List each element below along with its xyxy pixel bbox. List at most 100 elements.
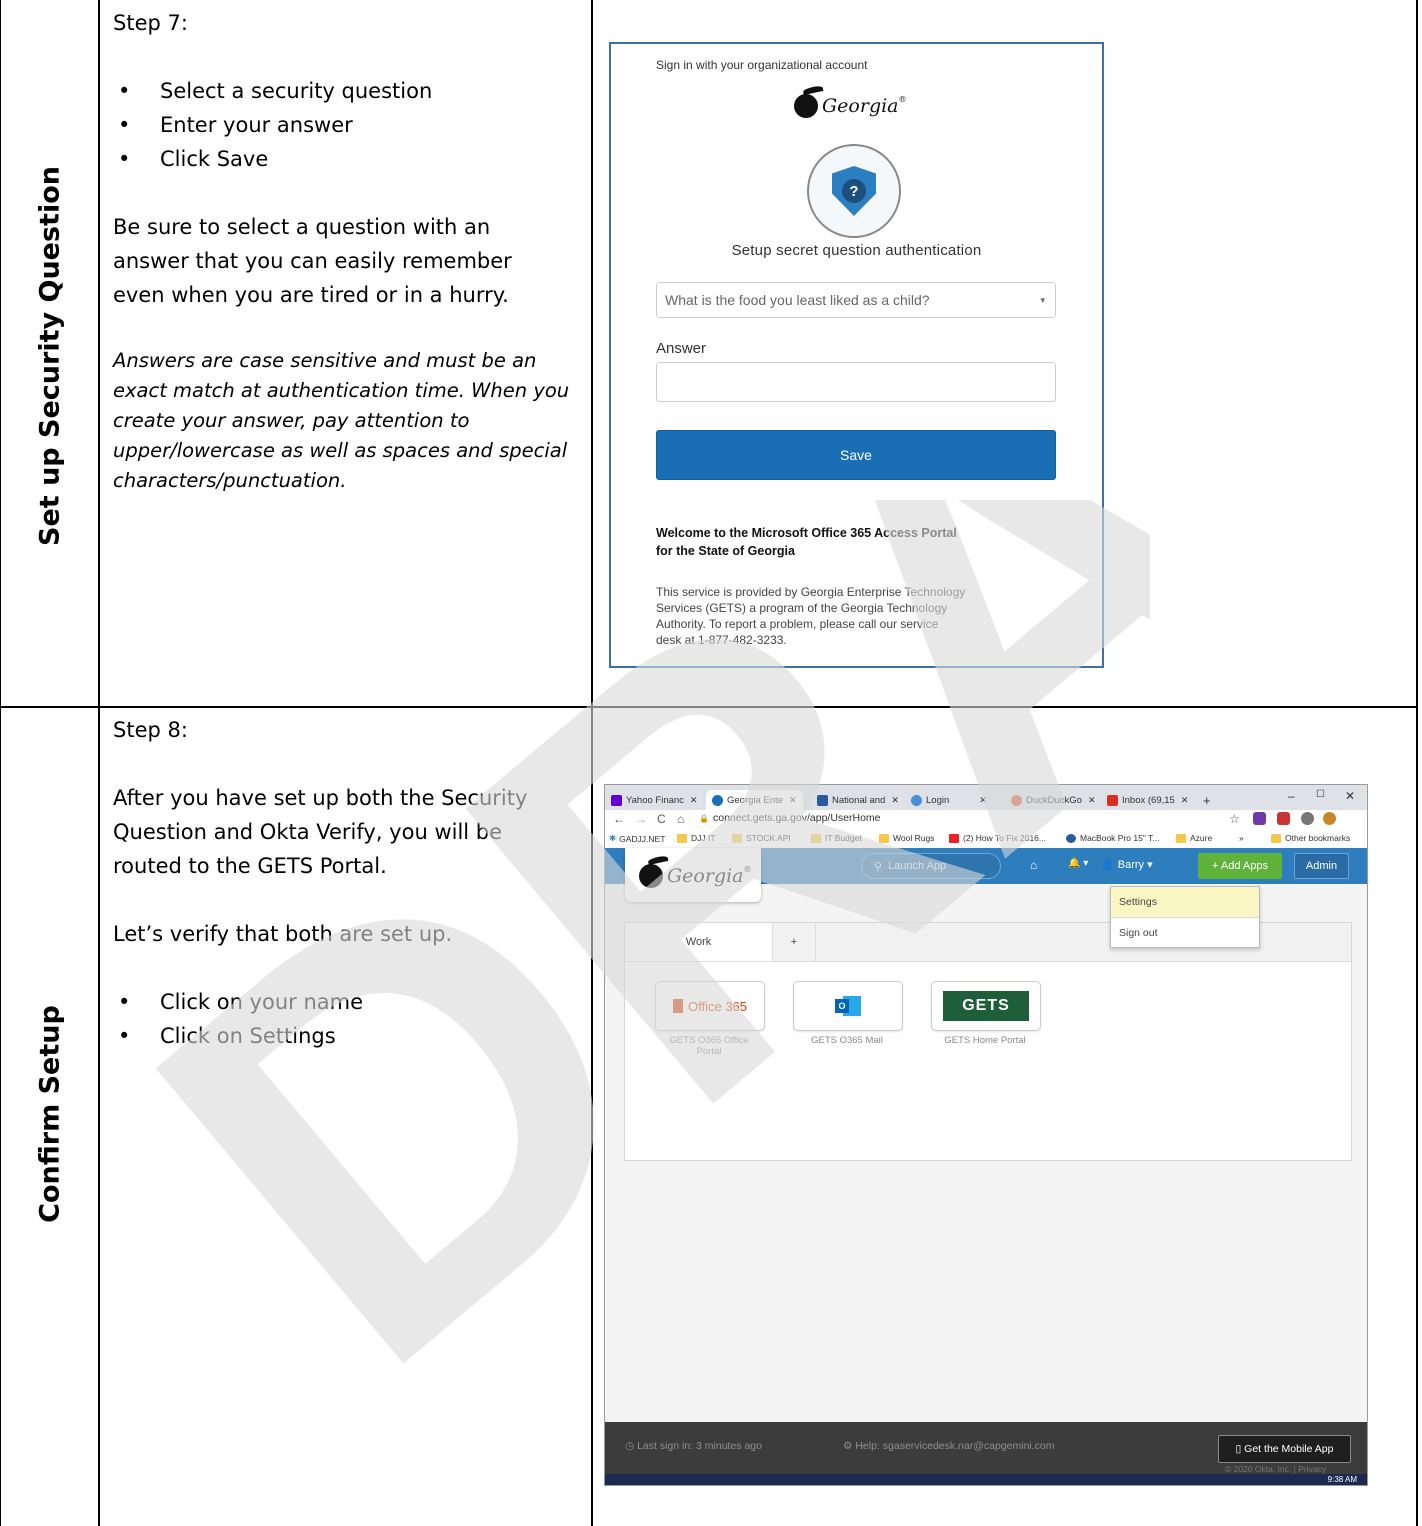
browser-tab[interactable]: Inbox (69,15 ✕ [1107, 790, 1188, 810]
gets-logo: GETS [943, 991, 1029, 1021]
verify-text: Let’s verify that both are set up. [113, 922, 453, 946]
bookmark[interactable]: Wool Rugs [879, 833, 934, 843]
outlook-icon: O [835, 996, 861, 1016]
tab-strip: Yahoo Financ ✕ Georgia Ente ✕ National and… [605, 785, 1367, 810]
note-line: exact match at authentication time. When… [113, 379, 570, 402]
back-icon[interactable]: ← [613, 812, 625, 826]
browser-tab[interactable]: Login ✕ [911, 790, 987, 810]
more-bookmarks-icon[interactable]: » [1239, 833, 1244, 843]
georgia-wordmark: Georgia® [667, 865, 752, 887]
welcome-line: Welcome to the Microsoft Office 365 Acce… [656, 526, 957, 540]
taskbar-clock: 9:38 AM [605, 1474, 1367, 1485]
answer-input[interactable] [656, 362, 1056, 402]
browser-tab[interactable]: Yahoo Financ ✕ [611, 790, 697, 810]
user-menu-button[interactable]: 👤 Barry ▾ [1101, 858, 1153, 871]
bookmark[interactable]: Azure [1176, 833, 1212, 843]
browser-tab[interactable]: DuckDuckGo ✕ [1011, 790, 1096, 810]
note-line: characters/punctuation. [113, 469, 347, 492]
add-apps-button[interactable]: + Add Apps [1198, 853, 1282, 879]
new-tab-button[interactable]: + [1203, 790, 1211, 810]
help-link[interactable]: ⚙ Help: sgaservicedesk.nar@capgemini.com [843, 1440, 1055, 1452]
step-label: Step 7: [113, 11, 188, 35]
bookmark[interactable]: MacBook Pro 15" T... [1066, 833, 1159, 843]
bookmark[interactable]: STOCK API [732, 833, 791, 843]
signin-screenshot: Sign in with your organizational account… [609, 42, 1104, 668]
peach-icon [794, 94, 818, 118]
close-icon[interactable]: ✕ [891, 795, 899, 806]
bullet-item: Enter your answer [113, 108, 583, 142]
app-tile-o365-mail[interactable]: O [793, 981, 903, 1031]
work-apps-panel: Work + Office 365 GETS O365 Office Porta… [624, 922, 1352, 1161]
extension-icon[interactable] [1253, 812, 1266, 825]
reload-icon[interactable]: C [657, 812, 666, 826]
bullet-item: Click Save [113, 142, 583, 176]
user-dropdown-menu: Settings Sign out [1110, 886, 1260, 948]
bookmark[interactable]: (2) How To Fix 2016... [949, 833, 1046, 843]
bookmark[interactable]: DJJ IT [677, 833, 716, 843]
launch-app-search[interactable]: ⚲ Launch App [861, 853, 1001, 879]
selected-question: What is the food you least liked as a ch… [665, 292, 930, 308]
table-divider-content [591, 0, 593, 1526]
close-icon[interactable]: ✕ [979, 795, 987, 806]
bookmark[interactable]: ✱ GADJJ.NET [609, 833, 665, 844]
yahoo-icon [611, 794, 622, 806]
extension-icon[interactable] [1277, 812, 1290, 825]
bullet-item: Click on your name [113, 985, 583, 1019]
step8-instructions: Step 8: After you have set up both the S… [113, 713, 583, 1053]
close-icon[interactable]: ✕ [690, 795, 698, 806]
office365-logo: Office 365 [672, 999, 747, 1014]
close-icon[interactable]: ✕ [789, 795, 797, 806]
login-icon [911, 794, 922, 806]
forward-icon[interactable]: → [635, 812, 647, 826]
step7-instructions: Step 7: Select a security question Enter… [113, 6, 583, 496]
app-name: GETS O365 Office Portal [669, 1035, 749, 1057]
app-name: GETS Home Portal [944, 1035, 1026, 1046]
step7-bullets: Select a security question Enter your an… [113, 74, 583, 176]
chevron-down-icon: ▾ [1040, 295, 1045, 305]
para-line: Question and Okta Verify, you will be [113, 820, 503, 844]
question-mark-icon: ? [842, 179, 866, 203]
shield-icon: ? [832, 166, 876, 216]
save-button[interactable]: Save [656, 430, 1056, 480]
copyright: © 2020 Okta, Inc. | Privacy [1225, 1464, 1327, 1474]
bell-icon[interactable]: 🔔 ▾ [1068, 858, 1088, 869]
bookmark[interactable]: Other bookmarks [1271, 833, 1350, 843]
url-field[interactable]: connect.gets.ga.gov/app/UserHome [713, 812, 881, 824]
table-border-right [1416, 0, 1418, 1526]
star-icon[interactable]: ☆ [1229, 812, 1240, 826]
menu-item-sign-out[interactable]: Sign out [1111, 918, 1259, 948]
bookmark[interactable]: IT Budget [811, 833, 862, 843]
close-icon[interactable]: ✕ [1088, 795, 1096, 806]
georgia-logo-box: Georgia® [625, 848, 761, 902]
service-line: Services (GETS) a program of the Georgia… [656, 601, 948, 615]
service-notice: This service is provided by Georgia Ente… [656, 584, 1016, 648]
lock-icon: 🔒 [699, 814, 709, 823]
browser-tab-active[interactable]: Georgia Ente ✕ [706, 790, 803, 810]
document-table: Set up Security Question Step 7: Select … [0, 0, 1422, 1526]
menu-item-settings[interactable]: Settings [1111, 887, 1259, 918]
app-name: GETS O365 Mail [811, 1035, 883, 1046]
get-mobile-app-button[interactable]: ▯ Get the Mobile App [1218, 1435, 1351, 1463]
note-line: Answers are case sensitive and must be a… [113, 349, 537, 372]
step-label: Step 8: [113, 718, 188, 742]
maximize-icon[interactable]: ☐ [1316, 789, 1325, 800]
home-icon[interactable]: ⌂ [1030, 858, 1037, 872]
okta-footer: ◷ Last sign in: 3 minutes ago ⚙ Help: sg… [605, 1422, 1367, 1474]
close-icon[interactable]: ✕ [1181, 795, 1189, 806]
browser-screenshot: Yahoo Financ ✕ Georgia Ente ✕ National and… [604, 784, 1368, 1486]
minimize-icon[interactable]: – [1288, 789, 1295, 803]
tip-line: answer that you can easily remember [113, 249, 512, 273]
add-tab-button[interactable]: + [773, 923, 816, 961]
puzzle-icon[interactable] [1301, 812, 1314, 825]
home-icon[interactable]: ⌂ [677, 812, 684, 826]
security-question-select[interactable]: What is the food you least liked as a ch… [656, 282, 1056, 318]
org-account-text: Sign in with your organizational account [656, 58, 868, 72]
app-tile-gets-home[interactable]: GETS [931, 981, 1041, 1031]
close-window-icon[interactable]: ✕ [1345, 789, 1355, 803]
tab-work[interactable]: Work [625, 923, 773, 961]
admin-button[interactable]: Admin [1294, 853, 1349, 879]
app-tile-office365[interactable]: Office 365 [655, 981, 765, 1031]
profile-avatar[interactable] [1323, 812, 1336, 825]
browser-tab[interactable]: National and ✕ [817, 790, 899, 810]
case-note: Answers are case sensitive and must be a… [113, 346, 583, 496]
